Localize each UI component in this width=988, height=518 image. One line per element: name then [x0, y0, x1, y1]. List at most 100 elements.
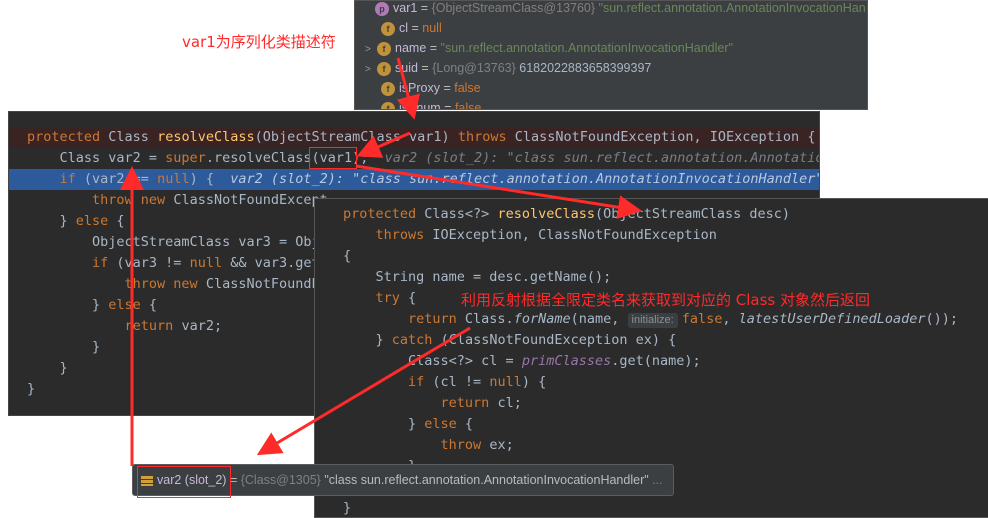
code-token: } — [27, 213, 76, 229]
inline-debug-value: var2 (slot_2): "class sun.reflect.annota… — [213, 171, 820, 187]
field-icon: f — [381, 81, 395, 96]
var-eq: = — [426, 41, 441, 55]
code-token: false — [681, 311, 723, 327]
code-line-12[interactable]: throw ex; — [315, 435, 514, 456]
code-line-8[interactable]: throw new ClassNotFoundE — [9, 274, 320, 295]
code-line-3[interactable]: { — [315, 246, 351, 267]
code-line-3-current-execution[interactable]: if (var2 == null) { var2 (slot_2): "clas… — [9, 169, 820, 190]
code-token: else — [424, 416, 465, 432]
highlight-box-var1 — [309, 147, 357, 169]
code-token: return — [343, 311, 465, 327]
code-line-5[interactable]: } else { — [9, 211, 125, 232]
code-token: ()); — [925, 311, 959, 327]
code-line-6[interactable]: ObjectStreamClass var3 = Obj — [9, 232, 320, 253]
annotation-reflection-note: 利用反射根据全限定类名来获取到对应的 Class 对象然后返回 — [461, 291, 871, 309]
more-link[interactable]: ... — [649, 473, 662, 487]
highlight-box-var2 — [137, 466, 231, 498]
code-line-9[interactable]: if (cl != null) { — [315, 372, 546, 393]
code-token: else — [75, 213, 117, 229]
code-token: protected — [27, 129, 109, 145]
code-line-2[interactable]: Class var2 = super.resolveClass(var1); v… — [9, 148, 820, 169]
code-line-7[interactable]: } catch (ClassNotFoundException ex) { — [315, 330, 677, 351]
code-token: (cl != — [432, 374, 490, 390]
var-row-suid[interactable]: > f suid = {Long@13763} 618202288365839939… — [365, 58, 651, 78]
var-row-var1[interactable]: p var1 = {ObjectStreamClass@13760} "sun.r… — [363, 1, 866, 18]
code-token: if — [27, 171, 84, 187]
code-token: } — [27, 381, 36, 397]
code-token: } — [27, 360, 68, 376]
var-row-cl[interactable]: f cl = null — [381, 18, 442, 38]
code-token: (name, — [570, 311, 628, 327]
code-token: (ObjectStreamClass desc) — [594, 206, 791, 222]
code-line-11[interactable]: } — [9, 337, 100, 358]
code-token: ) { — [189, 171, 214, 187]
code-token: null — [489, 374, 522, 390]
field-icon: f — [381, 21, 395, 36]
var-value: 6182022883658399397 — [515, 61, 652, 75]
code-line-13[interactable]: } — [9, 379, 35, 400]
code-token: throw new — [27, 276, 206, 292]
code-line-11[interactable]: } else { — [315, 414, 473, 435]
code-token: (ObjectStreamClass var1) — [254, 129, 458, 145]
code-token: if — [343, 374, 433, 390]
var-value: null — [422, 21, 442, 35]
code-line-1[interactable]: protected Class resolveClass(ObjectStrea… — [9, 127, 819, 148]
var-eq: = — [440, 101, 455, 110]
code-line-5[interactable]: try { — [315, 288, 417, 309]
code-token: ClassNotFoundExcept — [173, 192, 328, 208]
parameter-icon: p — [375, 1, 389, 16]
code-line-10[interactable]: return var2; — [9, 316, 223, 337]
expand-arrow-icon[interactable]: > — [365, 40, 377, 60]
var-row-name[interactable]: > f name = "sun.reflect.annotation.Annotat… — [365, 38, 733, 58]
code-token: ClassNotFoundException, IOException { — [514, 129, 816, 145]
code-token: } — [27, 297, 109, 313]
code-token: throw — [343, 437, 490, 453]
code-token: .get(name); — [611, 353, 701, 369]
code-token: } — [343, 332, 392, 348]
code-token: primClasses — [521, 353, 612, 369]
code-token: cl; — [497, 395, 522, 411]
code-token: Class<?> cl = — [343, 353, 522, 369]
code-token: null — [157, 171, 190, 187]
code-line-9[interactable]: } else { — [9, 295, 157, 316]
code-line-4[interactable]: String name = desc.getName(); — [315, 267, 612, 288]
field-icon: f — [377, 41, 391, 56]
var-value: "sun.reflect.annotation.AnnotationInvoca… — [440, 41, 733, 55]
var-eq: = — [417, 61, 433, 75]
code-token: Class — [108, 129, 158, 145]
var-row-isproxy[interactable]: f isProxy = false — [381, 78, 481, 98]
code-token: { — [148, 297, 158, 313]
code-token: try — [343, 290, 409, 306]
code-token: ClassNotFoundE — [205, 276, 320, 292]
code-token: IOException, ClassNotFoundException — [432, 227, 717, 243]
code-line-15[interactable]: } — [315, 498, 351, 517]
code-token: var2; — [181, 318, 223, 334]
code-token: (ClassNotFoundException ex) { — [440, 332, 677, 348]
code-line-7[interactable]: if (var3 != null && var3.get — [9, 253, 320, 274]
var-row-isenum[interactable]: f isEnum = false — [381, 98, 482, 110]
var-name: cl — [399, 21, 409, 35]
code-token: } — [27, 339, 101, 355]
code-token: throw new — [27, 192, 174, 208]
code-token: } — [343, 416, 425, 432]
code-token: null — [189, 255, 231, 271]
var-type: {Class@1305} — [240, 473, 321, 487]
code-line-6[interactable]: return Class.forName(name, initialize: fa… — [315, 309, 958, 330]
code-line-4[interactable]: throw new ClassNotFoundExcept — [9, 190, 328, 211]
code-token: if — [27, 255, 117, 271]
code-line-12[interactable]: } — [9, 358, 68, 379]
code-token: resolveClass — [157, 129, 255, 145]
code-line-1[interactable]: protected Class<?> resolveClass(ObjectSt… — [315, 204, 790, 225]
code-token: return — [27, 318, 182, 334]
code-token: forName — [513, 311, 571, 327]
code-token: Class<?> — [424, 206, 498, 222]
expand-arrow-icon[interactable]: > — [365, 60, 377, 80]
code-line-8[interactable]: Class<?> cl = primClasses.get(name); — [315, 351, 701, 372]
code-line-2[interactable]: throws IOException, ClassNotFoundExcepti… — [315, 225, 717, 246]
code-line-10[interactable]: return cl; — [315, 393, 522, 414]
code-token: String name = desc.getName(); — [343, 269, 612, 285]
var-value: false — [454, 101, 482, 110]
code-token: { — [343, 248, 352, 264]
var-eq: = — [439, 81, 455, 95]
debug-variables-popup: p var1 = {ObjectStreamClass@13760} "sun.r… — [354, 0, 868, 110]
